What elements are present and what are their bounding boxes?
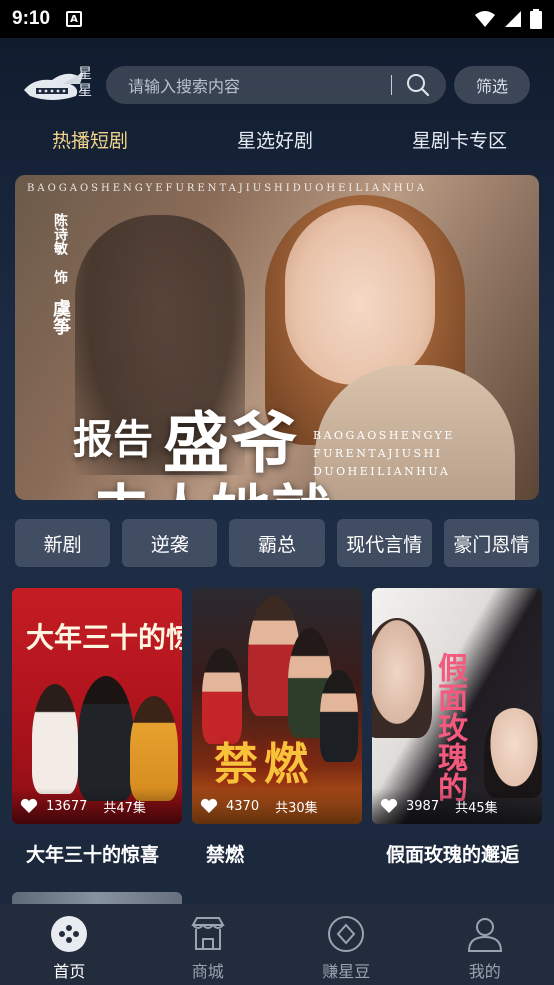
battery-icon (530, 9, 542, 29)
status-bar: 9:10 A (0, 0, 554, 38)
header: 星 星 请输入搜索内容 筛选 (0, 66, 554, 106)
tab-star-card[interactable]: 星剧卡专区 (412, 126, 507, 153)
logo-char-1: 星 (78, 66, 92, 82)
nav-label: 赚星豆 (322, 962, 371, 981)
logo-text: 星 星 (78, 66, 92, 100)
chip-ceo[interactable]: 霸总 (229, 519, 325, 567)
chip-wealthy-family[interactable]: 豪门恩情 (443, 519, 540, 567)
banner-title-small: 报告 (73, 416, 153, 463)
nav-shop[interactable]: 商城 (139, 904, 278, 985)
filter-button[interactable]: 筛选 (454, 66, 530, 104)
episode-count: 共45集 (455, 800, 498, 816)
banner-face (285, 205, 435, 385)
poster-meta: 13677 共47集 (12, 788, 182, 824)
poster-figure (484, 708, 542, 798)
like-count: 4370 (226, 798, 260, 814)
profile-icon[interactable] (465, 914, 505, 954)
banner-subtitle-line: DUOHEILIANHUA (313, 465, 451, 478)
poster-figure (130, 696, 178, 801)
drama-poster[interactable]: 假面玫瑰的 3987 共45集 (372, 588, 542, 824)
search-divider (391, 75, 392, 95)
diamond-icon[interactable] (326, 914, 366, 954)
like-count: 13677 (46, 798, 88, 814)
banner-letters: BAOGAOSHENGYEFURENTAJIUSHIDUOHEILIANHUA (27, 183, 427, 194)
poster-meta: 4370 共30集 (192, 788, 362, 824)
nav-label: 商城 (191, 962, 224, 981)
banner-role-name: 虞筝 (50, 298, 71, 335)
heart-icon (380, 798, 398, 813)
banner-subtitle-line: FURENTAJIUSHI (313, 447, 443, 460)
banner-carousel[interactable]: BAOGAOSHENGYEFURENTAJIUSHIDUOHEILIANHUA … (15, 175, 539, 500)
logo-char-2: 星 (78, 83, 92, 99)
nav-home[interactable]: 首页 (0, 904, 139, 985)
poster-figure (372, 618, 432, 738)
drama-poster[interactable]: 禁燃 4370 共30集 (192, 588, 362, 824)
banner-cast: 陈诗敏 饰 虞筝 (50, 213, 71, 335)
shop-icon[interactable] (188, 914, 228, 954)
wifi-icon (475, 11, 495, 27)
like-count: 3987 (406, 798, 440, 814)
search-bar[interactable]: 请输入搜索内容 (106, 66, 446, 104)
episode-count: 共47集 (103, 800, 146, 816)
drama-card[interactable]: 大年三十的惊喜 13677 共47集 大年三十的惊喜 (12, 588, 182, 867)
banner-subtitle-line: BAOGAOSHENGYE (313, 429, 455, 442)
poster-title-text: 假面玫瑰的 (432, 652, 467, 802)
poster-title-text: 禁燃 (214, 739, 314, 790)
drama-card[interactable]: 假面玫瑰的 3987 共45集 假面玫瑰的邂逅 (372, 588, 542, 867)
nav-profile[interactable]: 我的 (416, 904, 554, 985)
banner-title-bottom: 夫人她就 (91, 465, 331, 500)
status-icons (474, 9, 542, 29)
chip-modern-romance[interactable]: 现代言情 (336, 519, 432, 567)
poster-figure (78, 676, 134, 801)
nav-earn-beans[interactable]: 赚星豆 (277, 904, 416, 985)
drama-poster[interactable]: 大年三十的惊喜 13677 共47集 (12, 588, 182, 824)
heart-icon (200, 798, 218, 813)
category-chips: 新剧 逆袭 霸总 现代言情 豪门恩情 (15, 519, 540, 567)
top-tabs: 热播短剧 星选好剧 星剧卡专区 (0, 126, 554, 156)
chip-comeback[interactable]: 逆袭 (122, 519, 218, 567)
heart-icon (20, 798, 38, 813)
signal-icon (505, 11, 521, 27)
drama-card[interactable]: 禁燃 4370 共30集 禁燃 (192, 588, 362, 867)
notification-icon: A (66, 11, 83, 27)
nav-label: 首页 (53, 962, 86, 981)
banner-cast-name: 陈诗敏 (52, 213, 68, 255)
drama-title[interactable]: 禁燃 (192, 840, 362, 867)
poster-figure (320, 670, 358, 762)
search-icon[interactable] (406, 73, 430, 97)
nav-label: 我的 (468, 962, 501, 981)
search-input[interactable]: 请输入搜索内容 (128, 73, 391, 97)
bottom-nav: 首页 商城 赚星豆 我的 (0, 904, 554, 985)
poster-figure (32, 684, 78, 794)
drama-title[interactable]: 假面玫瑰的邂逅 (372, 840, 542, 867)
chip-new[interactable]: 新剧 (15, 519, 111, 567)
home-icon[interactable] (49, 914, 89, 954)
status-time: 9:10 (12, 8, 51, 29)
episode-count: 共30集 (275, 800, 318, 816)
tab-hot-shorts[interactable]: 热播短剧 (52, 126, 128, 153)
banner-subtitle: BAOGAOSHENGYE FURENTAJIUSHI DUOHEILIANHU… (313, 427, 455, 481)
banner-cast-as: 饰 (52, 269, 68, 284)
poster-meta: 3987 共45集 (372, 788, 542, 824)
tab-featured[interactable]: 星选好剧 (237, 126, 313, 153)
drama-title[interactable]: 大年三十的惊喜 (12, 840, 182, 867)
poster-title-text: 大年三十的惊喜 (26, 621, 182, 654)
